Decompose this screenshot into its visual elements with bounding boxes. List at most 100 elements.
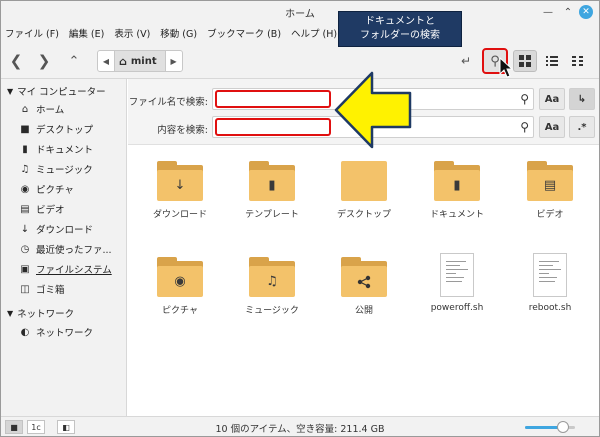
camera-icon: ◉ <box>174 274 186 289</box>
grid-icon <box>519 55 531 67</box>
regex-toggle[interactable]: .* <box>569 116 595 138</box>
filename-search-label: ファイル名で検索: <box>128 97 208 108</box>
document-icon: ▮ <box>22 143 28 155</box>
file-name: poweroff.sh <box>430 303 484 313</box>
music-icon: ♫ <box>266 274 278 289</box>
path-bar: ◀ ⌂ mint ▶ <box>97 50 183 72</box>
file-item-reboot[interactable]: reboot.sh <box>510 253 590 313</box>
sidebar-item-trash[interactable]: ◫ ゴミ箱 <box>19 282 65 297</box>
download-icon: ↓ <box>174 178 186 193</box>
file-name: ドキュメント <box>429 210 484 220</box>
search-callout: ドキュメントと フォルダーの検索 <box>338 11 462 47</box>
music-icon: ♫ <box>20 163 30 175</box>
path-left-arrow-icon[interactable]: ◀ <box>98 51 114 71</box>
file-item-documents[interactable]: ▮ ドキュメント <box>417 161 497 220</box>
toggle-location-icon[interactable]: ↵ <box>456 51 476 71</box>
sidebar-item-label: ネットワーク <box>36 328 94 339</box>
file-item-poweroff[interactable]: poweroff.sh <box>417 253 497 313</box>
minimize-icon[interactable]: — <box>541 5 555 19</box>
sidebar-item-label: ピクチャ <box>36 185 74 196</box>
compact-view-button[interactable] <box>567 50 589 72</box>
menu-help[interactable]: ヘルプ (H) <box>291 26 337 40</box>
sidebar-item-pictures[interactable]: ◉ ピクチャ <box>19 182 74 197</box>
sidebar-item-recent[interactable]: ◷ 最近使ったファ... <box>19 242 112 257</box>
icon-view-button[interactable] <box>513 50 537 72</box>
sidebar-item-label: ダウンロード <box>36 225 94 236</box>
case-sensitive-toggle[interactable]: Aa <box>539 88 565 110</box>
list-view-button[interactable] <box>541 50 563 72</box>
file-manager-window: ホーム — ⌃ ✕ ファイル (F) 編集 (E) 表示 (V) 移動 (G) … <box>0 0 600 437</box>
download-icon: ↓ <box>20 223 30 235</box>
camera-icon: ◉ <box>20 183 30 195</box>
status-text: 10 個のアイテム、空き容量: 211.4 GB <box>215 424 385 435</box>
sidebar-item-label: ホーム <box>36 105 65 116</box>
menu-file[interactable]: ファイル (F) <box>5 26 59 40</box>
sidebar-item-home[interactable]: ⌂ ホーム <box>19 102 65 117</box>
list-icon <box>546 56 558 66</box>
folder-icon <box>341 161 387 201</box>
sidebar-section-computer[interactable]: ▼ マイ コンピューター <box>7 84 106 99</box>
trash-icon: ◫ <box>20 283 30 295</box>
sidebar-item-network[interactable]: ◐ ネットワーク <box>19 325 94 340</box>
recursive-toggle[interactable]: ↳ <box>569 88 595 110</box>
back-arrow-icon[interactable]: ❮ <box>7 51 25 71</box>
sidebar-item-desktop[interactable]: ■ デスクトップ <box>19 122 93 137</box>
zoom-slider[interactable] <box>525 421 575 433</box>
forward-arrow-icon[interactable]: ❯ <box>35 51 53 71</box>
sidebar-item-downloads[interactable]: ↓ ダウンロード <box>19 222 94 237</box>
sidebar-item-filesystem[interactable]: ▣ ファイルシステム <box>19 262 111 277</box>
file-name: ピクチャ <box>162 306 198 316</box>
sidebar-item-videos[interactable]: ▤ ビデオ <box>19 202 64 217</box>
file-item-templates[interactable]: ▮ テンプレート <box>232 161 312 220</box>
window-title: ホーム <box>285 9 315 20</box>
file-name: テンプレート <box>245 210 299 220</box>
compact-list-icon <box>572 56 583 66</box>
zoom-slider-handle[interactable] <box>556 421 569 433</box>
film-icon: ▤ <box>543 178 557 193</box>
folder-icon: ▮ <box>434 161 480 201</box>
file-name: デスクトップ <box>336 210 391 220</box>
file-item-public[interactable]: 公開 <box>324 257 404 316</box>
search-icon: ⚲ <box>520 120 529 134</box>
search-icon: ⚲ <box>520 92 529 106</box>
share-icon <box>357 275 371 288</box>
menu-view[interactable]: 表示 (V) <box>114 26 150 40</box>
template-icon: ▮ <box>268 178 276 193</box>
mouse-pointer-icon <box>499 57 513 78</box>
desktop-icon: ■ <box>20 123 30 135</box>
drive-icon: ▣ <box>20 263 30 275</box>
menu-edit[interactable]: 編集 (E) <box>69 26 104 40</box>
file-item-videos[interactable]: ▤ ビデオ <box>510 161 590 220</box>
file-item-downloads[interactable]: ↓ ダウンロード <box>140 161 220 220</box>
path-segment-home[interactable]: ⌂ mint <box>114 51 166 71</box>
content-search-highlight <box>215 118 331 136</box>
title-bar: ホーム — ⌃ ✕ <box>1 1 599 23</box>
yellow-arrow-icon <box>334 71 412 149</box>
status-bar: ■ 1c ◧ 10 個のアイテム、空き容量: 211.4 GB <box>1 416 599 436</box>
sidebar-item-documents[interactable]: ▮ ドキュメント <box>19 142 93 157</box>
file-item-pictures[interactable]: ◉ ピクチャ <box>140 257 220 316</box>
network-icon: ◐ <box>20 326 30 338</box>
file-item-music[interactable]: ♫ ミュージック <box>232 257 312 316</box>
close-icon[interactable]: ✕ <box>579 5 593 19</box>
file-name: ビデオ <box>536 210 564 220</box>
up-arrow-icon[interactable]: ⌃ <box>65 51 83 71</box>
folder-icon: ◉ <box>157 257 203 297</box>
text-file-icon <box>533 253 567 297</box>
maximize-icon[interactable]: ⌃ <box>561 5 575 19</box>
sidebar-item-music[interactable]: ♫ ミュージック <box>19 162 93 177</box>
file-name: ミュージック <box>245 306 299 316</box>
menu-go[interactable]: 移動 (G) <box>160 26 197 40</box>
path-right-arrow-icon[interactable]: ▶ <box>166 51 182 71</box>
file-name: reboot.sh <box>528 303 572 313</box>
sidebar-item-label: ゴミ箱 <box>36 285 65 296</box>
menu-bookmarks[interactable]: ブックマーク (B) <box>207 26 281 40</box>
path-segment-label: mint <box>130 55 157 67</box>
content-case-toggle[interactable]: Aa <box>539 116 565 138</box>
sidebar-section-network[interactable]: ▼ ネットワーク <box>7 306 74 321</box>
file-icon-grid: ↓ ダウンロード ▮ テンプレート デスクトップ ▮ ドキュメント ▤ ビデオ … <box>128 145 599 416</box>
file-item-desktop[interactable]: デスクトップ <box>324 161 404 220</box>
folder-icon: ↓ <box>157 161 203 201</box>
folder-icon <box>341 257 387 297</box>
sidebar-item-label: ミュージック <box>36 165 93 176</box>
